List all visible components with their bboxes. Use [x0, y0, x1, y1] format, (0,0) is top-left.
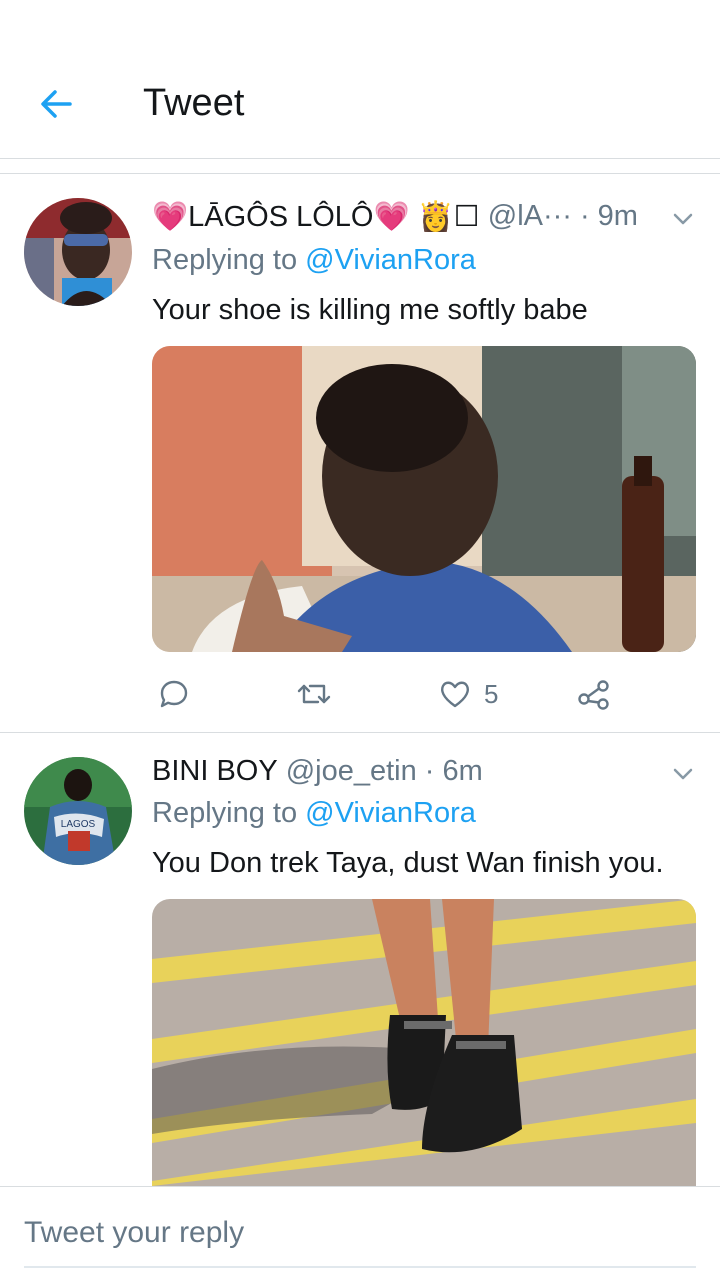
tweet-menu-button[interactable]	[668, 204, 698, 234]
tweet-card[interactable]: LAGOS BINI BOY @joe_etin · 6m Replying t…	[0, 733, 720, 1186]
heart-icon	[441, 681, 469, 708]
user-handle[interactable]: @lA···	[488, 200, 572, 233]
replying-prefix: Replying to	[152, 244, 306, 276]
timestamp: · 9m	[579, 199, 638, 232]
tweet-header: 💗LĀGÔS LÔLÔ💗 👸☐ @lA··· · 9m	[152, 196, 700, 236]
reply-button[interactable]	[158, 674, 190, 714]
retweet-icon	[297, 684, 331, 704]
mention-link[interactable]: @VivianRora	[305, 244, 476, 276]
reply-icon	[160, 680, 188, 708]
replying-to: Replying to @VivianRora	[152, 244, 476, 277]
like-button[interactable]: 5	[438, 674, 498, 714]
divider	[0, 158, 720, 159]
avatar[interactable]: LAGOS	[24, 757, 132, 865]
tweet-image[interactable]	[152, 899, 696, 1186]
display-name[interactable]: 💗LĀGÔS LÔLÔ💗 👸☐	[152, 199, 480, 234]
tweet-card[interactable]: 💗LĀGÔS LÔLÔ💗 👸☐ @lA··· · 9m Replying to …	[0, 174, 720, 732]
tweet-header: BINI BOY @joe_etin · 6m	[152, 751, 700, 791]
display-name[interactable]: BINI BOY	[152, 755, 278, 788]
reply-input[interactable]	[24, 1211, 696, 1255]
avatar[interactable]	[24, 198, 132, 306]
tweet-text: Your shoe is killing me softly babe	[152, 294, 588, 326]
avatar-jacket-text: LAGOS	[61, 819, 96, 830]
chevron-down-icon	[673, 768, 693, 780]
input-underline	[24, 1266, 696, 1268]
tweet-menu-button[interactable]	[668, 759, 698, 789]
replying-to: Replying to @VivianRora	[152, 797, 476, 830]
tweet-image[interactable]	[152, 346, 696, 652]
user-handle[interactable]: @joe_etin	[286, 755, 417, 788]
replying-prefix: Replying to	[152, 797, 306, 829]
tweet-text: You Don trek Taya, dust Wan finish you.	[152, 847, 664, 879]
like-count: 5	[484, 678, 499, 709]
share-button[interactable]	[576, 674, 612, 714]
retweet-button[interactable]	[296, 674, 332, 714]
app-header: Tweet	[0, 0, 720, 158]
timestamp: · 6m	[424, 754, 483, 787]
arrow-left-icon	[41, 90, 72, 118]
page-title: Tweet	[143, 82, 245, 124]
share-icon	[578, 680, 609, 710]
back-button[interactable]	[32, 80, 80, 128]
tweet-actions: 5	[152, 674, 696, 714]
mention-link[interactable]: @VivianRora	[305, 797, 476, 829]
chevron-down-icon	[673, 213, 693, 225]
